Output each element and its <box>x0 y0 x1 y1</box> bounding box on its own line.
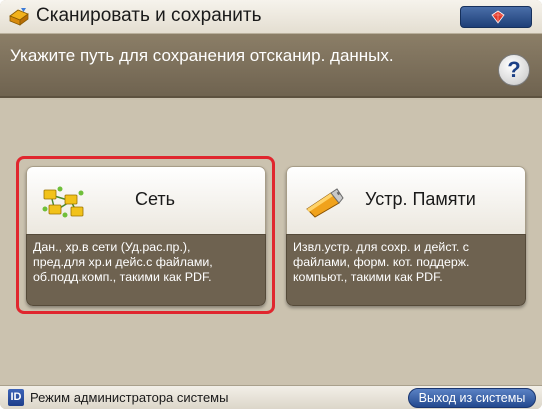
help-button[interactable]: ? <box>498 54 530 86</box>
memory-media-option-button[interactable]: Устр. Памяти Извл.устр. для сохр. и дейс… <box>286 166 526 306</box>
admin-mode-text: Режим администратора системы <box>30 390 229 405</box>
memory-media-option-description: Извл.устр. для сохр. и дейст. с файлами,… <box>286 234 526 306</box>
description-line: компьют., такими как PDF. <box>293 270 443 284</box>
option-header: Устр. Памяти <box>286 166 526 234</box>
network-option-label: Сеть <box>135 189 176 209</box>
description-line: Извл.устр. для сохр. и дейст. с <box>293 240 469 254</box>
status-bar: ID Режим администратора системы Выход из… <box>0 385 542 409</box>
usb-memory-icon <box>306 188 344 218</box>
logout-button[interactable]: Выход из системы <box>408 388 536 408</box>
description-line: пред.для хр.и дейс.с файлами, <box>33 255 213 269</box>
description-line: Дан., хр.в сети (Уд.рас.пр.), <box>33 240 191 254</box>
counter-gem-icon <box>491 10 505 24</box>
network-folders-icon <box>42 186 84 218</box>
title-bar: Сканировать и сохранить <box>0 0 542 34</box>
description-line: файлами, форм. кот. поддерж. <box>293 255 470 269</box>
memory-media-option-label: Устр. Памяти <box>365 189 476 209</box>
network-option-description: Дан., хр.в сети (Уд.рас.пр.), пред.для х… <box>26 234 266 306</box>
destination-panel: Сеть Дан., хр.в сети (Уд.рас.пр.), пред.… <box>0 100 542 385</box>
counter-button[interactable] <box>460 6 532 28</box>
scan-save-icon <box>9 8 29 26</box>
network-option-button[interactable]: Сеть Дан., хр.в сети (Уд.рас.пр.), пред.… <box>26 166 266 306</box>
instruction-bar: Укажите путь для сохранения отсканир. да… <box>0 34 542 98</box>
description-line: об.подд.комп., такими как PDF. <box>33 270 212 284</box>
instruction-text: Укажите путь для сохранения отсканир. да… <box>10 46 394 65</box>
option-header: Сеть <box>26 166 266 234</box>
device-screen: Сканировать и сохранить Укажите путь для… <box>0 0 542 409</box>
id-badge-icon: ID <box>8 389 24 406</box>
page-title: Сканировать и сохранить <box>36 5 262 26</box>
